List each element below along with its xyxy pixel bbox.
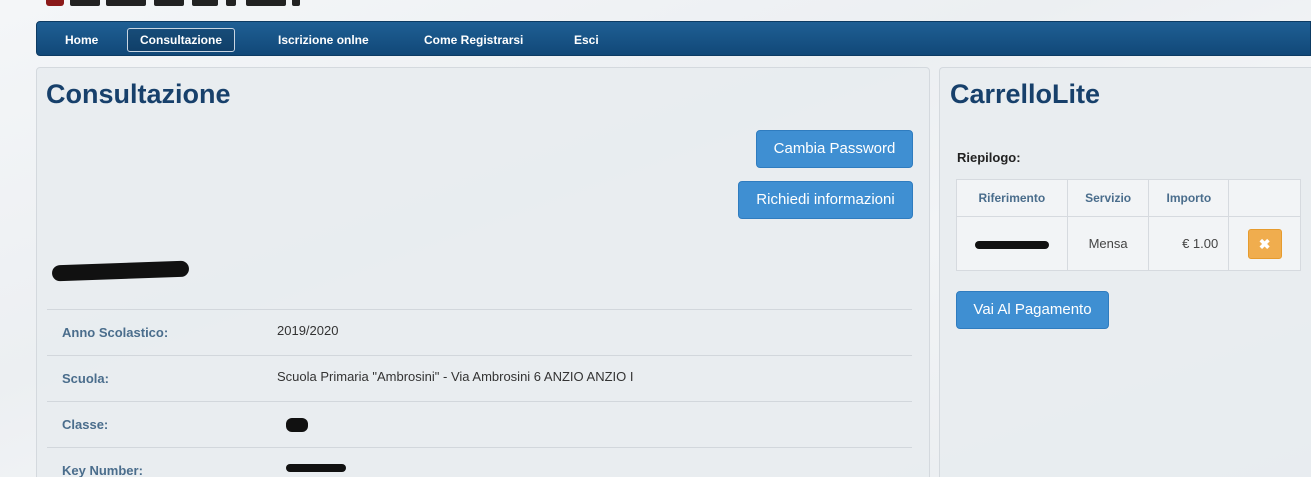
cell-riferimento [956,216,1068,271]
info-label: Scuola: [62,371,109,386]
remove-item-button[interactable]: ✖ [1247,228,1282,259]
info-value: Scuola Primaria "Ambrosini" - Via Ambros… [277,369,634,384]
page-title: Consultazione [46,79,231,109]
cell-importo: € 1.00 [1148,216,1230,271]
info-label: Classe: [62,417,109,432]
go-to-payment-button[interactable]: Vai Al Pagamento [956,291,1109,329]
main-navbar: Home Consultazione Iscrizione onlne Come… [36,21,1311,56]
nav-esci[interactable]: Esci [561,28,612,52]
column-header-importo: Importo [1148,179,1230,217]
close-icon: ✖ [1258,235,1271,252]
request-info-button[interactable]: Richiedi informazioni [738,181,913,219]
info-row-classe: Classe: [47,401,912,447]
info-label: Anno Scolastico: [62,325,169,340]
info-row-scuola: Scuola: Scuola Primaria "Ambrosini" - Vi… [47,355,912,401]
reference-redacted [974,240,1049,249]
student-name-redacted [51,260,190,282]
key-number-redacted [286,464,346,472]
column-header-servizio: Servizio [1066,179,1150,217]
nav-come-registrarsi[interactable]: Come Registrarsi [411,28,536,52]
cart-table: Riferimento Servizio Importo Mensa € 1.0… [956,179,1301,271]
cart-panel: CarrelloLite Riepilogo: Riferimento Serv… [939,67,1311,477]
cell-servizio: Mensa [1066,216,1150,271]
table-header-row: Riferimento Servizio Importo [956,179,1301,217]
consultazione-panel: Consultazione Cambia Password Richiedi i… [36,67,930,477]
site-logo [36,0,306,10]
nav-home[interactable]: Home [52,28,111,52]
info-row-anno: Anno Scolastico: 2019/2020 [47,309,912,355]
cart-title: CarrelloLite [950,79,1101,109]
column-header-actions [1228,179,1301,217]
info-label: Key Number: [62,463,143,477]
summary-label: Riepilogo: [957,150,1021,165]
cell-actions: ✖ [1228,216,1301,271]
change-password-button[interactable]: Cambia Password [756,130,913,168]
column-header-riferimento: Riferimento [956,179,1068,217]
nav-iscrizione-online[interactable]: Iscrizione onlne [265,28,382,52]
table-row: Mensa € 1.00 ✖ [956,216,1301,271]
info-row-key-number: Key Number: [47,447,912,477]
nav-consultazione[interactable]: Consultazione [127,28,236,52]
info-value: 2019/2020 [277,323,339,338]
class-redacted [286,418,308,432]
